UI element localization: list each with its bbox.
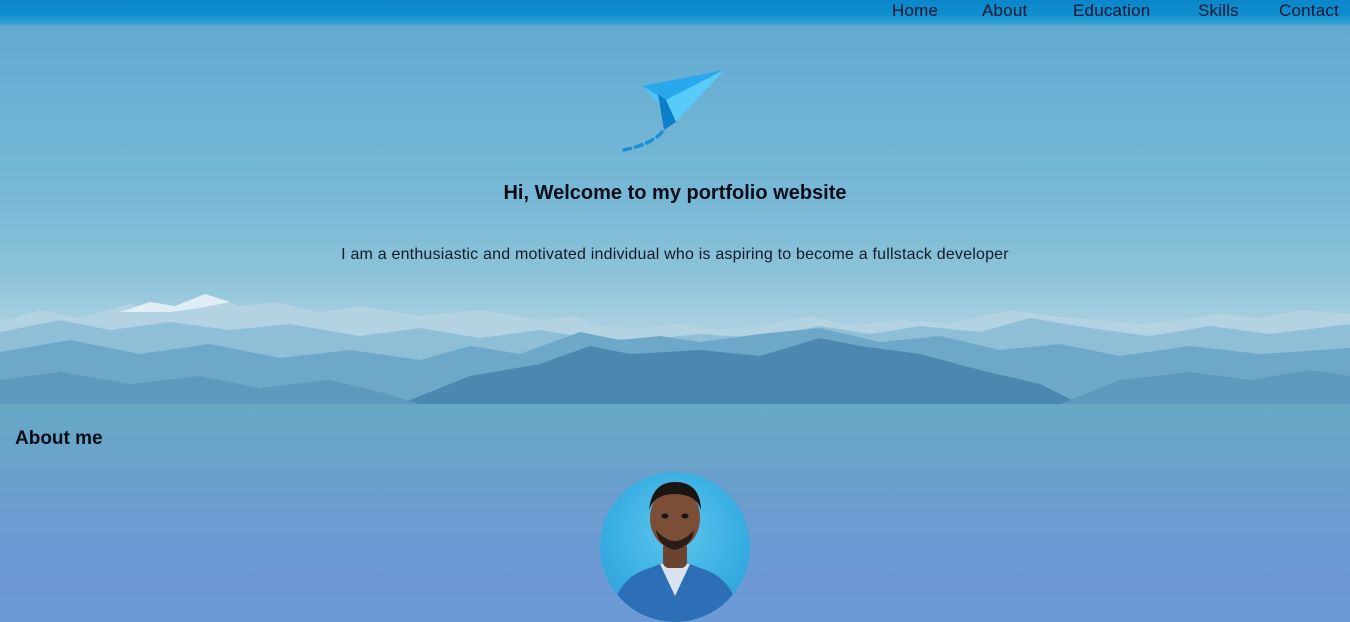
- about-heading: About me: [15, 428, 103, 449]
- nav-education-link[interactable]: Education: [1073, 1, 1150, 21]
- profile-photo: [610, 482, 740, 622]
- nav-about-link[interactable]: About: [982, 1, 1027, 21]
- mountain-backdrop: [0, 294, 1350, 404]
- nav-skills-link[interactable]: Skills: [1198, 1, 1239, 21]
- nav-home-link[interactable]: Home: [892, 1, 938, 21]
- hero-section: Home About Education Skills Contact Hi, …: [0, 0, 1350, 404]
- paper-plane-icon: [622, 70, 724, 152]
- hero-subtitle: I am a enthusiastic and motivated indivi…: [341, 246, 1009, 263]
- about-section: About me: [0, 404, 1350, 622]
- navbar: Home About Education Skills Contact: [0, 0, 1350, 25]
- hero-title: Hi, Welcome to my portfolio website: [503, 182, 847, 204]
- nav-contact-link[interactable]: Contact: [1279, 1, 1339, 21]
- avatar: [600, 472, 750, 622]
